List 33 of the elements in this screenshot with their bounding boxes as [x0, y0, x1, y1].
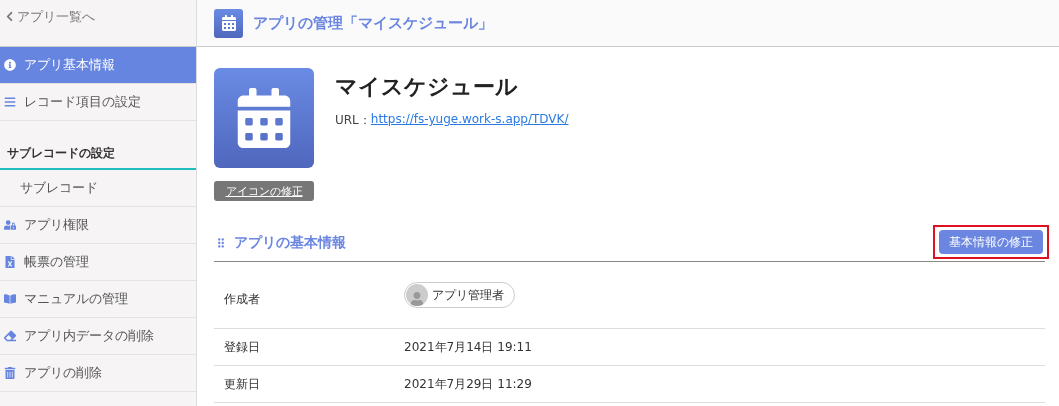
page-title: アプリの管理「マイスケジュール」	[253, 13, 493, 33]
sidebar-item[interactable]: アプリ内データの削除	[0, 318, 196, 355]
chevron-left-icon	[4, 11, 15, 22]
section-title: アプリの基本情報	[234, 234, 346, 252]
sidebar-item[interactable]: アプリ権限	[0, 207, 196, 244]
avatar-icon	[406, 284, 428, 306]
field-label: 作成者	[223, 291, 261, 308]
url-link[interactable]: https://fs-yuge.work-s.app/TDVK/	[370, 112, 569, 129]
sidebar-item[interactable]: マニュアルの管理	[0, 281, 196, 318]
field-label: 更新日	[223, 375, 261, 393]
info-icon	[4, 59, 16, 71]
app-name: マイスケジュール	[335, 73, 519, 101]
erase-icon	[4, 330, 16, 342]
field-value: 2021年7月14日 19:11	[404, 338, 532, 356]
sidebar-item[interactable]: 帳票の管理	[0, 244, 196, 281]
user-name: アプリ管理者	[432, 286, 504, 304]
sidebar-item[interactable]: アプリ基本情報	[0, 47, 196, 84]
sidebar-heading: サブレコードの設定	[0, 143, 196, 170]
field-value: 2021年7月29日 11:29	[404, 375, 532, 393]
calendar-icon	[214, 68, 314, 168]
report-icon	[4, 256, 16, 268]
sidebar-item[interactable]: レコード項目の設定	[0, 84, 196, 121]
url-label: URL：	[335, 112, 371, 129]
delete-icon	[4, 367, 16, 379]
sidebar-item[interactable]: サブレコード	[0, 170, 196, 207]
list-icon	[4, 96, 16, 108]
icon-edit-button[interactable]: アイコンの修正	[214, 181, 314, 201]
calendar-icon	[214, 8, 243, 38]
permission-icon	[4, 219, 16, 231]
back-link-label: アプリ一覧へ	[17, 8, 95, 26]
field-label: 登録日	[223, 338, 261, 356]
sidebar-item[interactable]: アプリの削除	[0, 355, 196, 392]
manual-icon	[4, 293, 16, 305]
